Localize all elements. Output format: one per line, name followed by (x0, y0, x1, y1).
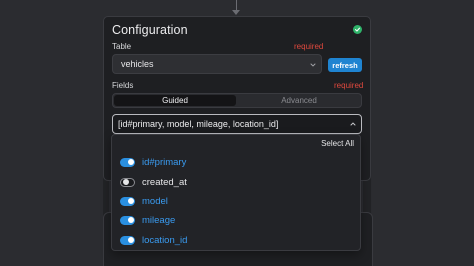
field-option-label: id#primary (142, 156, 187, 168)
fields-required-indicator: required (334, 81, 364, 90)
field-option-location-id[interactable]: location_id (120, 234, 187, 246)
field-option-model[interactable]: model (120, 195, 168, 207)
check-circle-icon (353, 25, 362, 34)
field-option-label: created_at (142, 176, 187, 188)
fields-label: Fields (112, 81, 134, 90)
chevron-up-icon (350, 122, 356, 126)
refresh-button[interactable]: refresh (328, 58, 362, 72)
toggle-switch[interactable] (120, 196, 135, 206)
table-select[interactable]: vehicles (112, 54, 322, 74)
table-label: Table (112, 42, 132, 51)
select-all-button[interactable]: Select All (321, 139, 354, 148)
field-option-created-at[interactable]: created_at (120, 176, 187, 188)
toggle-switch[interactable] (120, 177, 135, 187)
field-option-id-primary[interactable]: id#primary (120, 156, 186, 168)
toggle-switch[interactable] (120, 157, 135, 167)
tab-guided[interactable]: Guided (114, 95, 236, 106)
field-option-label: mileage (142, 214, 176, 226)
workflow-canvas: Configuration Table required vehicles re… (0, 0, 474, 266)
fields-dropdown-menu: Select All id#primary created_at model m… (111, 134, 361, 251)
field-option-label: location_id (142, 234, 188, 246)
fields-multiselect[interactable]: [id#primary, model, mileage, location_id… (112, 114, 362, 134)
chevron-down-icon (310, 63, 316, 67)
connector-arrow-icon (232, 10, 240, 15)
toggle-switch[interactable] (120, 235, 135, 245)
field-option-mileage[interactable]: mileage (120, 214, 175, 226)
fields-mode-toggle: Guided Advanced (112, 93, 362, 108)
fields-multiselect-value: [id#primary, model, mileage, location_id… (118, 119, 279, 129)
field-option-label: model (142, 195, 168, 207)
tab-advanced[interactable]: Advanced (238, 95, 360, 106)
table-required-indicator: required (294, 42, 324, 51)
panel-title: Configuration (112, 23, 188, 37)
table-select-value: vehicles (121, 59, 154, 69)
toggle-switch[interactable] (120, 215, 135, 225)
